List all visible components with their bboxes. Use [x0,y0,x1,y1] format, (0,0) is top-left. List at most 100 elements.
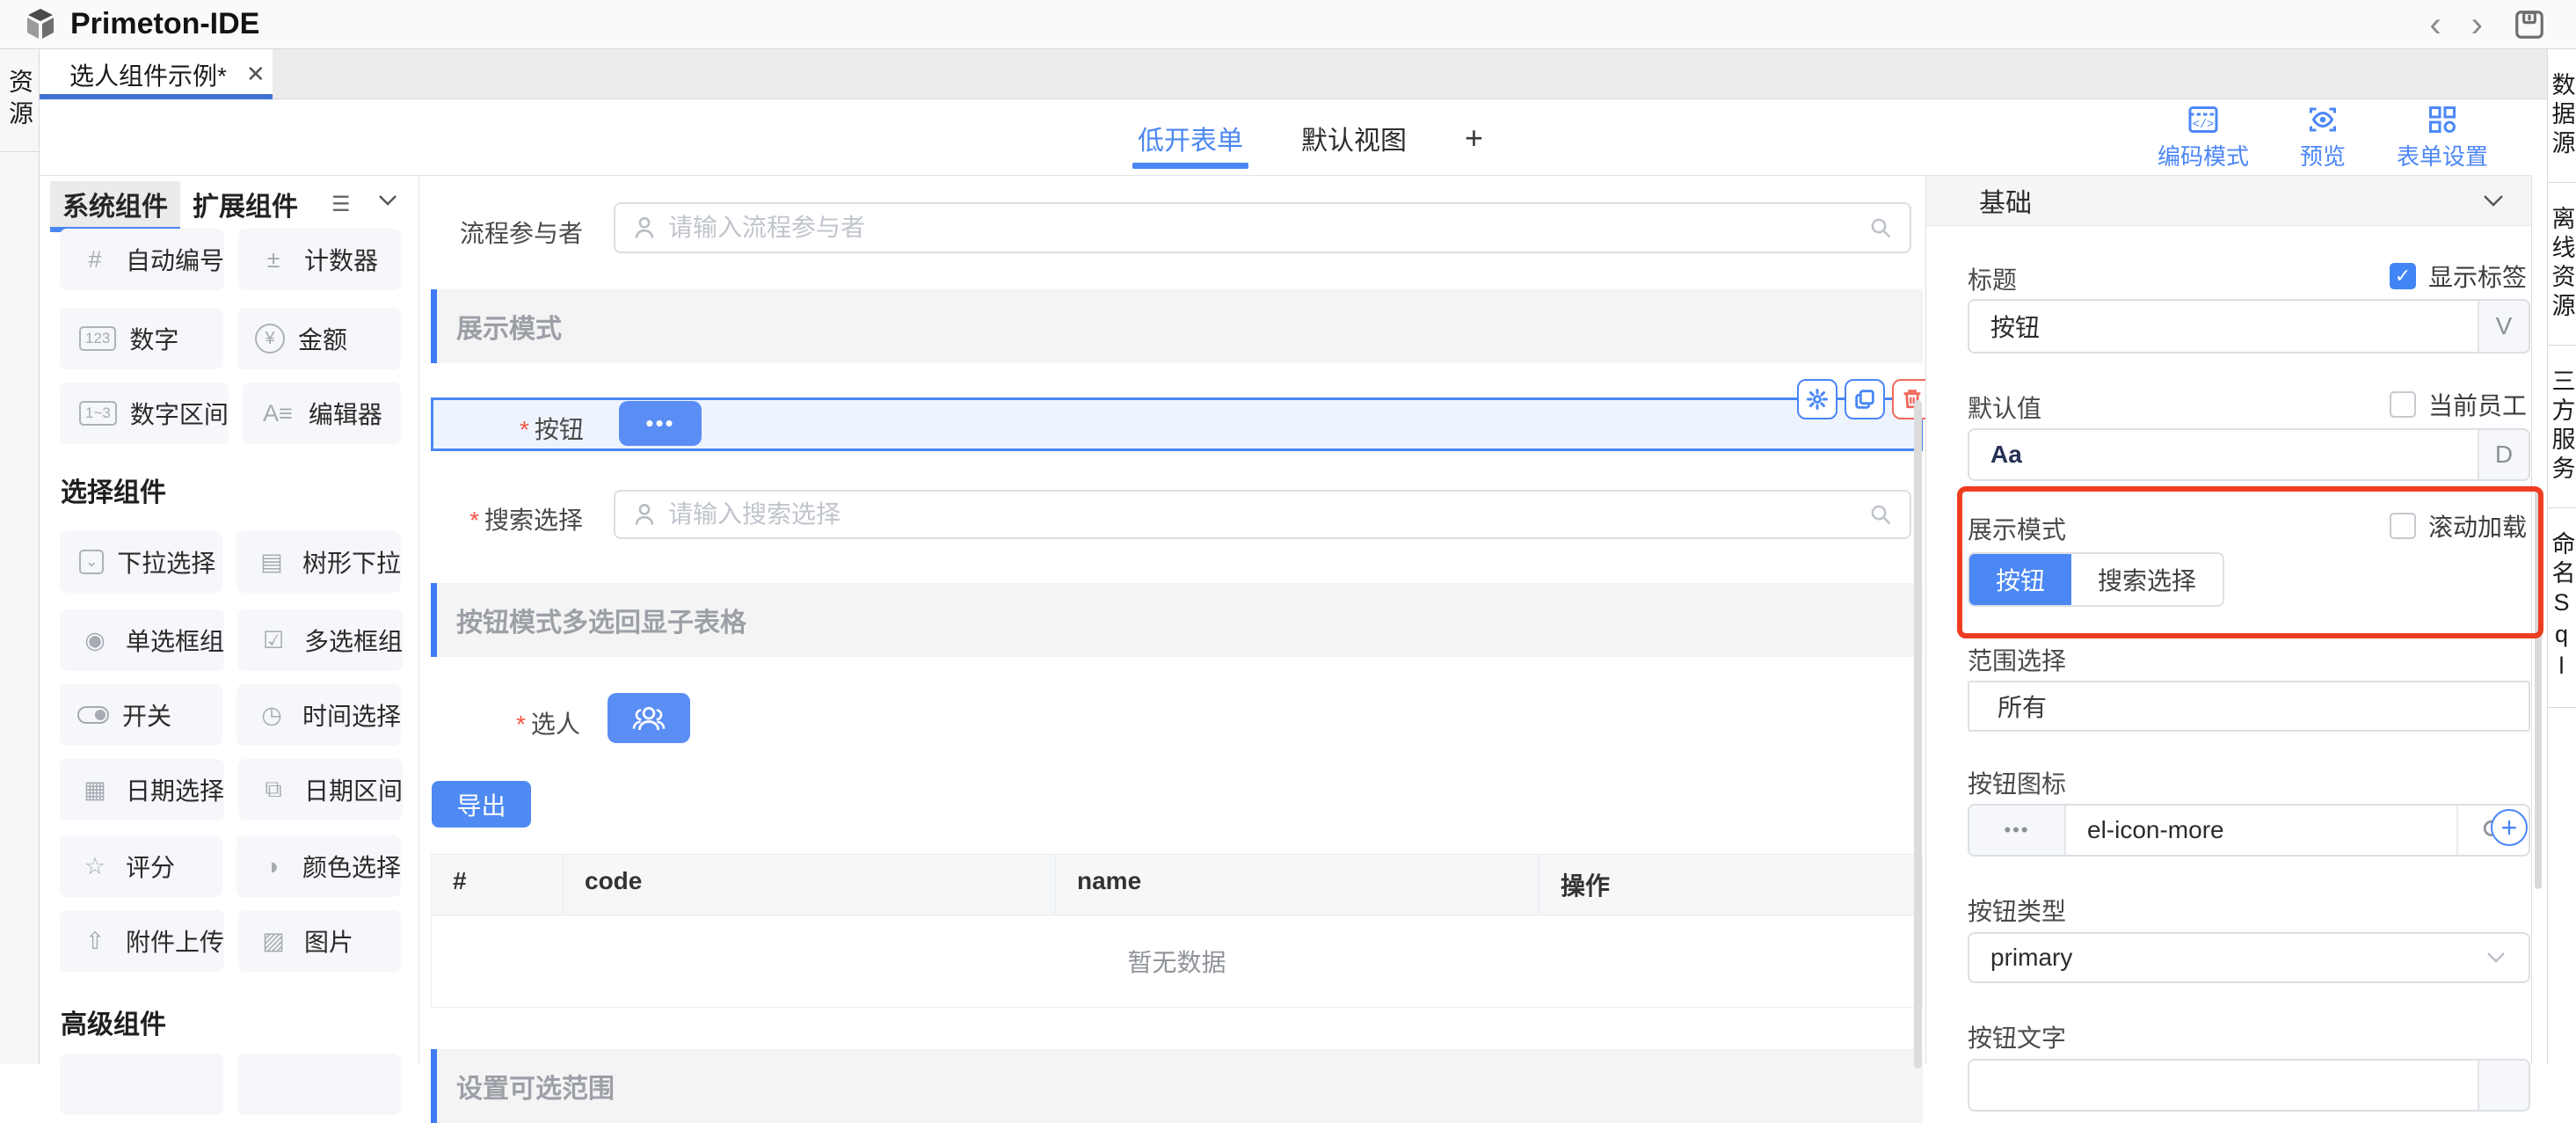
rating-star-icon: ☆ [77,853,113,880]
current-employee-checkbox[interactable]: 当前员工 [2390,387,2527,422]
sub-table-empty-row: 暂无数据 [432,915,1922,1007]
section-button-mode-subtable: 按钮模式多选回显子表格 [431,583,1923,657]
checkbox-checked-icon: ✓ [2390,263,2416,289]
component-date-picker[interactable]: ▦ 日期选择 [60,759,224,820]
select-icon: ⌄ [79,550,104,574]
collapse-chevron-down-icon[interactable] [375,192,401,209]
props-group-basic[interactable]: 基础 [1926,176,2531,226]
default-value-input[interactable]: D [1968,428,2530,481]
radio-group-icon: ◉ [77,627,113,654]
person-picker-field-label: 选人 [516,705,580,740]
canvas-scrollbar[interactable] [1914,400,1922,1068]
add-view-button[interactable]: + [1465,120,1483,157]
component-time-picker[interactable]: ◷ 时间选择 [236,684,401,746]
component-rating[interactable]: ☆ 评分 [60,835,222,897]
rail-tab-offline-resources[interactable]: 离线资源 [2548,183,2576,346]
code-mode-icon: </> [2187,104,2219,135]
properties-scrollbar[interactable] [2535,489,2542,889]
list-view-icon[interactable]: ☰ [331,192,351,217]
range-select-value[interactable]: 所有 [1968,681,2530,732]
more-dots-button[interactable]: ••• [619,401,702,446]
nav-forward-icon[interactable]: › [2471,7,2483,42]
default-value-prop-label: 默认值 [1968,390,2041,425]
button-type-prop-label: 按钮类型 [1968,893,2066,928]
add-range-button[interactable]: + [2491,809,2528,846]
button-icon-input[interactable] [2066,806,2456,855]
component-number-range[interactable]: 1~3 数字区间 [60,383,229,444]
scroll-load-checkbox[interactable]: 滚动加载 [2390,508,2527,543]
export-button[interactable]: 导出 [432,781,531,828]
date-range-icon: ⧉ [256,776,291,804]
sub-table: # code name 操作 暂无数据 [431,854,1923,1008]
primeton-logo-icon [23,7,58,42]
icon-preview-more-icon[interactable]: ••• [1969,806,2066,855]
button-text-input[interactable] [1968,1059,2530,1112]
copy-icon [1852,387,1877,412]
field-copy-button[interactable] [1845,379,1885,419]
component-number[interactable]: 123 数字 [60,308,223,369]
code-mode-button[interactable]: </> 编码模式 [2158,104,2249,171]
svg-text:</>: </> [2193,119,2214,132]
document-tab-label: 选人组件示例* [69,57,227,92]
variable-binding-button[interactable] [2478,1061,2529,1110]
component-attachment-upload[interactable]: ⇧ 附件上传 [60,910,224,972]
group-title-advanced-components: 高级组件 [61,1003,166,1041]
person-picker-button[interactable] [608,693,690,743]
participant-input[interactable] [614,202,1911,253]
field-settings-button[interactable] [1797,379,1837,419]
component-image[interactable]: ▨ 图片 [238,910,401,972]
save-icon[interactable] [2513,8,2546,41]
form-settings-button[interactable]: 表单设置 [2397,104,2488,171]
component-amount[interactable]: ¥ 金额 [237,308,401,369]
component-partial[interactable] [237,1054,401,1115]
rail-tab-named-sql[interactable]: 命名Sql [2548,508,2576,708]
tab-lowcode-form[interactable]: 低开表单 [1138,99,1243,176]
document-tab[interactable]: 选人组件示例* ✕ [40,49,273,99]
selected-button-field[interactable]: 按钮 ••• [431,397,1923,451]
right-rail: 数据源 离线资源 三方服务 命名Sql [2547,49,2576,1064]
rail-tab-datasource[interactable]: 数据源 [2548,49,2576,183]
search-select-input[interactable] [614,490,1911,539]
field-action-buttons [1797,379,1932,419]
component-select[interactable]: ⌄ 下拉选择 [60,531,222,593]
app-title: Primeton-IDE [70,7,259,41]
button-field-label: 按钮 [520,411,584,446]
preview-button[interactable]: 预览 [2300,104,2346,171]
nav-back-icon[interactable]: ‹ [2429,7,2441,42]
form-settings-label: 表单设置 [2397,139,2488,171]
close-tab-icon[interactable]: ✕ [246,61,266,88]
tab-default-view[interactable]: 默认视图 [1301,99,1407,176]
data-binding-button[interactable]: D [2478,430,2529,479]
number-range-icon: 1~3 [79,401,117,426]
component-date-range[interactable]: ⧉ 日期区间 [238,759,403,820]
form-canvas[interactable]: 流程参与者 展示模式 按钮 ••• [419,176,1925,1064]
toolbar: </> 编码模式 预览 表单设置 [2158,99,2488,176]
display-mode-option-button[interactable]: 按钮 [1969,554,2071,605]
title-prop-input[interactable]: V [1968,299,2530,354]
variable-binding-button[interactable]: V [2478,301,2529,352]
component-panel: 系统组件 扩展组件 ☰ # 自动编号 ± 计数器 123 数字 ¥ 金额 1~3… [40,176,419,1064]
component-auto-number[interactable]: # 自动编号 [60,229,224,290]
tab-system-components[interactable]: 系统组件 [50,181,180,227]
editor-icon: A≡ [260,400,295,427]
section-display-mode: 展示模式 [431,289,1923,363]
code-mode-label: 编码模式 [2158,139,2249,171]
participant-field-label: 流程参与者 [455,215,583,250]
component-color-picker[interactable]: ◑ 颜色选择 [236,835,401,897]
rail-tab-third-party-services[interactable]: 三方服务 [2548,346,2576,508]
component-switch[interactable]: 开关 [60,684,222,746]
component-partial[interactable] [60,1054,223,1115]
button-type-select[interactable]: primary [1968,932,2530,983]
component-counter[interactable]: ± 计数器 [238,229,401,290]
component-checkbox-group[interactable]: ☑ 多选框组 [238,609,403,671]
component-editor[interactable]: A≡ 编辑器 [243,383,401,444]
rail-tab-resources[interactable]: 资源 [0,49,39,152]
view-tabs: 低开表单 默认视图 + [1138,99,1483,176]
number-icon: 123 [79,326,116,351]
display-mode-option-search-select[interactable]: 搜索选择 [2071,554,2223,605]
component-radio-group[interactable]: ◉ 单选框组 [60,609,224,671]
show-label-checkbox[interactable]: ✓ 显示标签 [2390,259,2527,294]
sub-table-header: # code name 操作 [432,855,1922,915]
component-tree-select[interactable]: ▤ 树形下拉 [236,531,401,593]
tab-extension-components[interactable]: 扩展组件 [180,181,310,227]
